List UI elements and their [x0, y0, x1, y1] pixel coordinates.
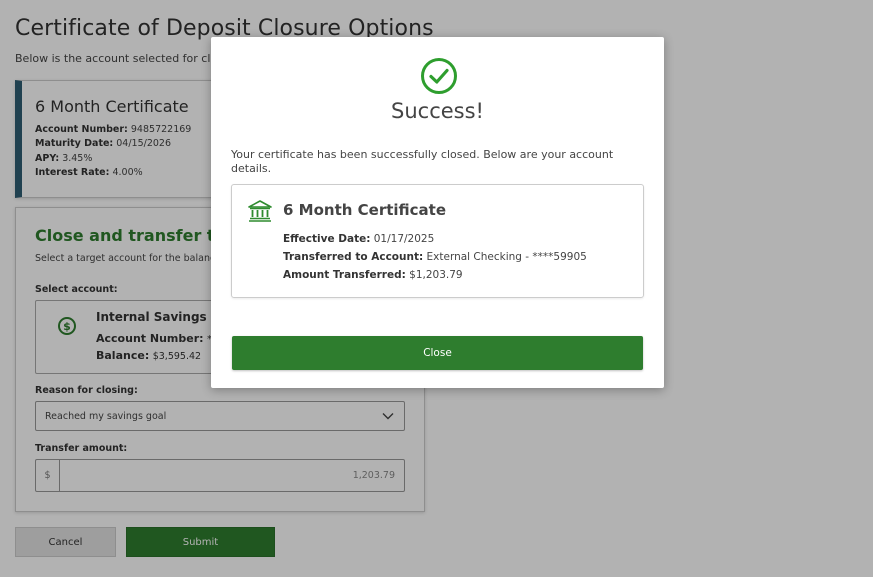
check-circle-icon	[421, 58, 457, 94]
transferred-to-row: Transferred to Account: External Checkin…	[283, 251, 587, 263]
amount-transferred-label: Amount Transferred:	[283, 269, 406, 281]
transferred-to-value: External Checking - ****59905	[426, 251, 587, 263]
account-details-card: 6 Month Certificate Effective Date: 01/1…	[231, 184, 644, 298]
amount-transferred-value: $1,203.79	[409, 269, 463, 281]
effective-date-value: 01/17/2025	[373, 233, 435, 245]
details-title: 6 Month Certificate	[283, 201, 447, 219]
bank-icon	[248, 200, 272, 222]
modal-title: Success!	[391, 99, 484, 123]
modal-message: Your certificate has been successfully c…	[231, 148, 614, 175]
success-modal: Success! Your certificate has been succe…	[211, 37, 664, 388]
amount-transferred-row: Amount Transferred: $1,203.79	[283, 269, 463, 281]
close-button[interactable]: Close	[232, 336, 643, 370]
effective-date-row: Effective Date: 01/17/2025	[283, 233, 434, 245]
transferred-to-label: Transferred to Account:	[283, 251, 424, 263]
effective-date-label: Effective Date:	[283, 233, 371, 245]
